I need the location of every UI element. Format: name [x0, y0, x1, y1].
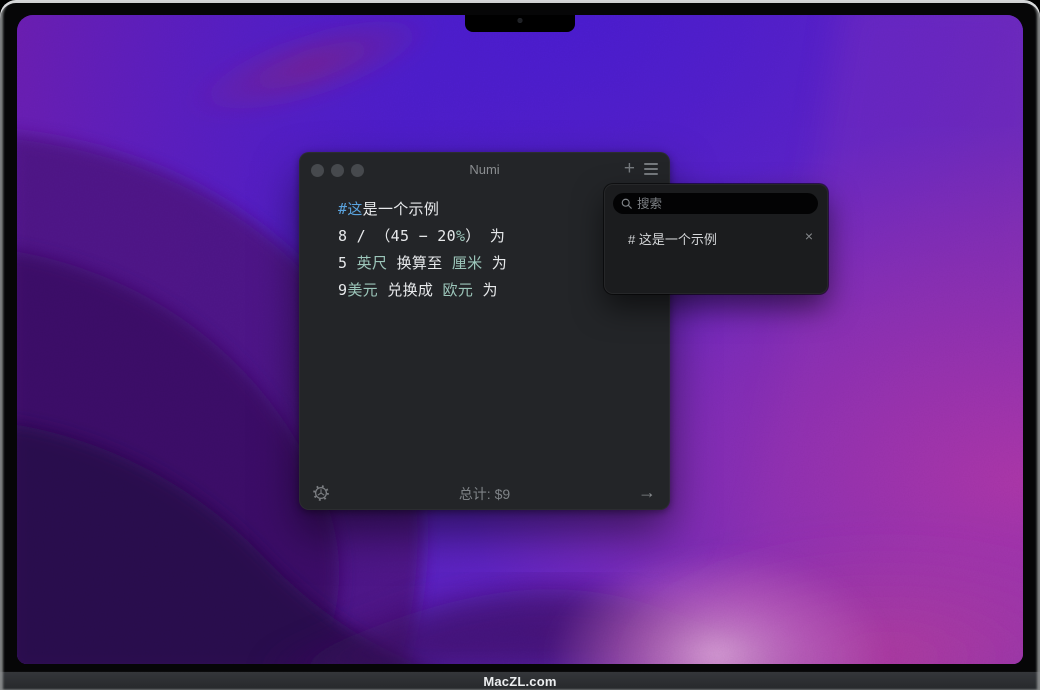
macbook-frame: Numi + #这是一个示例 8 / （45 − 20%） 为 5 英尺 换算至 厘… [0, 0, 1040, 690]
editor-span: 美元 [347, 281, 378, 299]
editor-span: 为 [473, 281, 498, 299]
editor-span: 是一个示例 [363, 200, 440, 218]
camera-dot [518, 18, 523, 23]
editor-span: 5 [338, 254, 357, 272]
window-title: Numi [299, 162, 670, 177]
window-footer: 总计: $9 → [299, 476, 670, 510]
watermark: MacZL.com [483, 674, 556, 689]
editor-span: 换算至 [387, 254, 452, 272]
editor-span: 英尺 [357, 254, 388, 272]
search-icon [621, 198, 632, 209]
sheets-popover: # 这是一个示例 × [604, 184, 828, 294]
popover-item-label: # 这是一个示例 [628, 229, 717, 248]
menu-icon[interactable] [644, 163, 658, 175]
search-input[interactable] [637, 197, 797, 211]
arrow-right-icon[interactable]: → [638, 482, 656, 503]
editor-span: 为 [482, 254, 507, 272]
editor-span: 9 [338, 281, 347, 299]
editor-span: #这 [338, 200, 363, 218]
add-sheet-button[interactable]: + [624, 159, 635, 178]
display-notch [465, 15, 575, 32]
popover-item[interactable]: # 这是一个示例 × [604, 225, 828, 251]
search-field[interactable] [613, 193, 818, 214]
editor-span: 欧元 [443, 281, 474, 299]
close-icon[interactable]: × [805, 228, 813, 244]
total-label: 总计: $9 [299, 484, 670, 504]
editor-span: 兑换成 [378, 281, 443, 299]
editor-span: 8 / （45 − 20 [338, 227, 456, 245]
editor-span: % [456, 227, 465, 245]
titlebar[interactable]: Numi + [299, 152, 670, 186]
editor-span: ） 为 [465, 227, 505, 245]
laptop-chin: MacZL.com [0, 671, 1040, 690]
editor-span: 厘米 [452, 254, 483, 272]
